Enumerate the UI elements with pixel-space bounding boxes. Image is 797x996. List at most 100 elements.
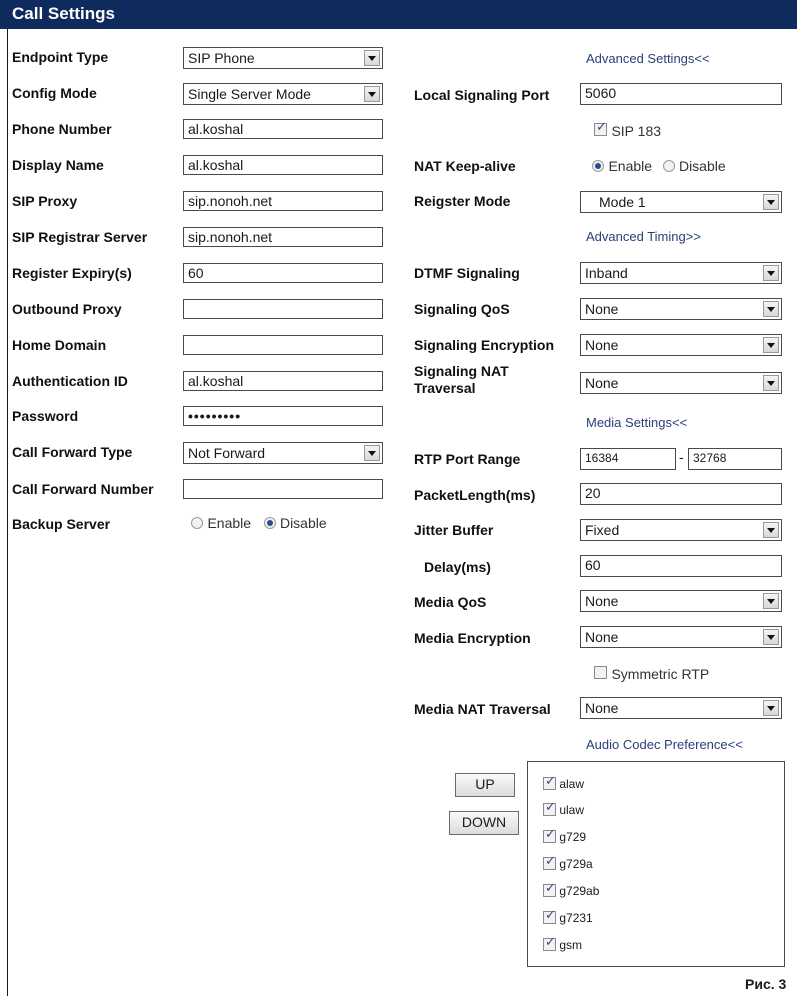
codec-checkbox[interactable] (543, 881, 556, 897)
delay-input[interactable]: 60 (580, 555, 782, 577)
rtp-port-to-input[interactable]: 32768 (688, 448, 782, 470)
jitter-buffer-value: Fixed (585, 522, 620, 538)
call-forward-number-input[interactable] (183, 479, 383, 499)
call-forward-type-select[interactable]: Not Forward (183, 442, 383, 464)
codec-up-button[interactable]: UP (455, 773, 515, 797)
jitter-buffer-select[interactable]: Fixed (580, 519, 782, 541)
signaling-nat-traversal-select[interactable]: None (580, 372, 782, 394)
advanced-timing-link[interactable]: Advanced Timing>> (586, 229, 701, 244)
nat-disable-label: Disable (678, 158, 726, 174)
chevron-down-icon[interactable] (763, 194, 779, 210)
dtmf-signaling-select[interactable]: Inband (580, 262, 782, 284)
backup-enable-radio[interactable] (191, 517, 203, 529)
codec-label: alaw (559, 777, 585, 791)
signaling-encryption-select[interactable]: None (580, 334, 782, 356)
media-nat-traversal-label: Media NAT Traversal (414, 701, 551, 717)
symmetric-rtp-label: Symmetric RTP (611, 666, 710, 682)
call-forward-type-value: Not Forward (188, 445, 266, 461)
codec-item-ulaw[interactable]: ulaw (543, 800, 585, 817)
codec-list[interactable]: alaw ulaw g729 g729a g729ab g7231 gsm (527, 761, 785, 967)
codec-item-g729a[interactable]: g729a (543, 854, 593, 871)
local-signaling-port-input[interactable]: 5060 (580, 83, 782, 105)
sip-registrar-input[interactable]: sip.nonoh.net (183, 227, 383, 247)
rtp-port-from-input[interactable]: 16384 (580, 448, 676, 470)
packet-length-label: PacketLength(ms) (414, 487, 536, 503)
home-domain-input[interactable] (183, 335, 383, 355)
codec-checkbox[interactable] (543, 774, 556, 790)
codec-label: gsm (559, 938, 583, 952)
nat-keepalive-radio-group: Enable Disable (592, 158, 726, 176)
packet-length-input[interactable]: 20 (580, 483, 782, 505)
chevron-down-icon[interactable] (763, 265, 779, 281)
symmetric-rtp-option: Symmetric RTP (594, 666, 709, 684)
password-input[interactable]: ••••••••• (183, 406, 383, 426)
media-encryption-select[interactable]: None (580, 626, 782, 648)
backup-server-radio-group: Enable Disable (191, 515, 327, 533)
codec-checkbox[interactable] (543, 800, 556, 816)
audio-codec-preference-link[interactable]: Audio Codec Preference<< (586, 737, 743, 752)
chevron-down-icon[interactable] (763, 700, 779, 716)
codec-label: g7231 (559, 911, 593, 925)
codec-checkbox[interactable] (543, 827, 556, 843)
register-expiry-input[interactable]: 60 (183, 263, 383, 283)
register-mode-value: Mode 1 (599, 194, 646, 210)
codec-item-gsm[interactable]: gsm (543, 935, 583, 952)
symmetric-rtp-checkbox[interactable] (594, 666, 607, 679)
chevron-down-icon[interactable] (364, 445, 380, 461)
local-signaling-port-label: Local Signaling Port (414, 87, 550, 103)
chevron-down-icon[interactable] (763, 301, 779, 317)
chevron-down-icon[interactable] (763, 522, 779, 538)
backup-disable-radio[interactable] (263, 517, 276, 529)
chevron-down-icon[interactable] (364, 86, 380, 102)
signaling-qos-value: None (585, 301, 619, 317)
sip183-checkbox[interactable] (594, 120, 607, 136)
chevron-down-icon[interactable] (763, 629, 779, 645)
codec-item-g729[interactable]: g729 (543, 827, 586, 844)
display-name-input[interactable]: al.koshal (183, 155, 383, 175)
chevron-down-icon[interactable] (763, 375, 779, 391)
delay-label: Delay(ms) (424, 559, 491, 575)
media-qos-label: Media QoS (414, 594, 487, 610)
codec-label: ulaw (559, 803, 585, 817)
config-mode-select[interactable]: Single Server Mode (183, 83, 383, 105)
register-mode-label: Reigster Mode (414, 193, 511, 209)
signaling-qos-select[interactable]: None (580, 298, 782, 320)
jitter-buffer-label: Jitter Buffer (414, 522, 494, 538)
phone-number-input[interactable]: al.koshal (183, 119, 383, 139)
authentication-id-label: Authentication ID (12, 373, 128, 389)
codec-down-button[interactable]: DOWN (449, 811, 519, 835)
authentication-id-input[interactable]: al.koshal (183, 371, 383, 391)
page-title: Call Settings (12, 4, 115, 23)
endpoint-type-label: Endpoint Type (12, 49, 109, 65)
codec-checkbox[interactable] (543, 908, 556, 924)
media-settings-link[interactable]: Media Settings<< (586, 415, 687, 430)
nat-enable-radio[interactable] (592, 160, 604, 172)
media-qos-select[interactable]: None (580, 590, 782, 612)
codec-checkbox[interactable] (543, 854, 556, 870)
sip183-label: SIP 183 (611, 123, 662, 139)
codec-checkbox[interactable] (543, 935, 556, 951)
chevron-down-icon[interactable] (364, 50, 380, 66)
advanced-settings-link[interactable]: Advanced Settings<< (586, 51, 710, 66)
home-domain-label: Home Domain (12, 337, 107, 353)
signaling-encryption-label: Signaling Encryption (414, 337, 555, 353)
codec-item-g7231[interactable]: g7231 (543, 908, 593, 925)
endpoint-type-select[interactable]: SIP Phone (183, 47, 383, 69)
signaling-nat-traversal-label-line2: Traversal (414, 380, 476, 396)
register-expiry-label: Register Expiry(s) (12, 265, 132, 281)
chevron-down-icon[interactable] (763, 593, 779, 609)
endpoint-type-value: SIP Phone (188, 50, 255, 66)
chevron-down-icon[interactable] (763, 337, 779, 353)
password-label: Password (12, 408, 79, 424)
left-border-line (7, 29, 8, 996)
media-nat-traversal-value: None (585, 700, 619, 716)
codec-item-alaw[interactable]: alaw (543, 774, 585, 791)
signaling-nat-traversal-label: Signaling NAT Traversal (414, 363, 509, 397)
register-mode-select[interactable]: Mode 1 (580, 191, 782, 213)
signaling-qos-label: Signaling QoS (414, 301, 510, 317)
codec-item-g729ab[interactable]: g729ab (543, 881, 599, 898)
nat-disable-radio[interactable] (662, 160, 675, 172)
outbound-proxy-input[interactable] (183, 299, 383, 319)
media-nat-traversal-select[interactable]: None (580, 697, 782, 719)
sip-proxy-input[interactable]: sip.nonoh.net (183, 191, 383, 211)
